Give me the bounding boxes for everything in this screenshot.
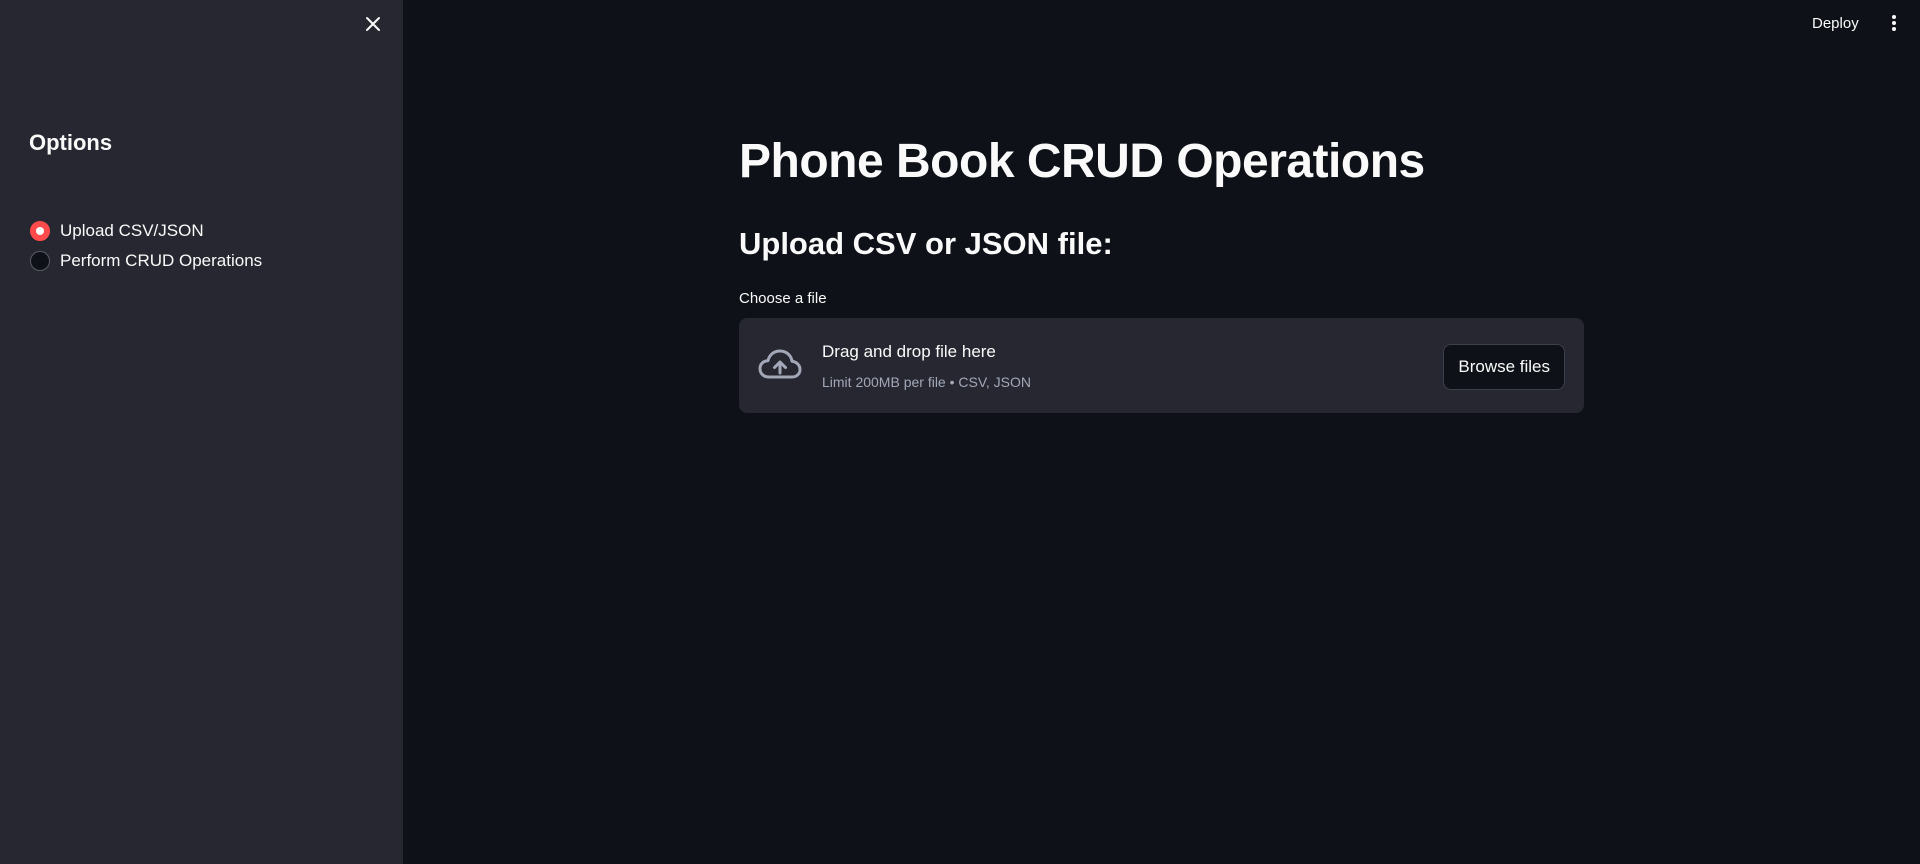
deploy-button[interactable]: Deploy bbox=[1800, 10, 1871, 36]
radio-label-upload: Upload CSV/JSON bbox=[60, 221, 204, 240]
sidebar: Options Upload CSV/JSON Perform CRUD Ope… bbox=[0, 0, 403, 864]
section-heading: Upload CSV or JSON file: bbox=[739, 226, 1113, 261]
radio-option-upload[interactable]: Upload CSV/JSON bbox=[30, 216, 262, 246]
radio-unselected-icon[interactable] bbox=[30, 251, 50, 271]
close-icon[interactable] bbox=[361, 12, 385, 36]
file-uploader-label: Choose a file bbox=[739, 290, 827, 307]
app-root: Options Upload CSV/JSON Perform CRUD Ope… bbox=[0, 0, 1920, 864]
radio-selected-icon[interactable] bbox=[30, 221, 50, 241]
radio-option-crud[interactable]: Perform CRUD Operations bbox=[30, 246, 262, 276]
sidebar-title: Options bbox=[29, 130, 113, 155]
browse-files-button[interactable]: Browse files bbox=[1443, 344, 1565, 390]
more-vertical-icon[interactable] bbox=[1884, 10, 1904, 36]
cloud-upload-icon bbox=[757, 346, 803, 384]
options-radio-group: Upload CSV/JSON Perform CRUD Operations bbox=[30, 216, 262, 276]
radio-label-crud: Perform CRUD Operations bbox=[60, 251, 263, 270]
page-title: Phone Book CRUD Operations bbox=[739, 135, 1425, 188]
file-dropzone[interactable]: Drag and drop file here Limit 200MB per … bbox=[739, 318, 1584, 413]
dropzone-instructions: Drag and drop file here bbox=[822, 342, 996, 361]
dropzone-limit-text: Limit 200MB per file • CSV, JSON bbox=[822, 374, 1032, 390]
